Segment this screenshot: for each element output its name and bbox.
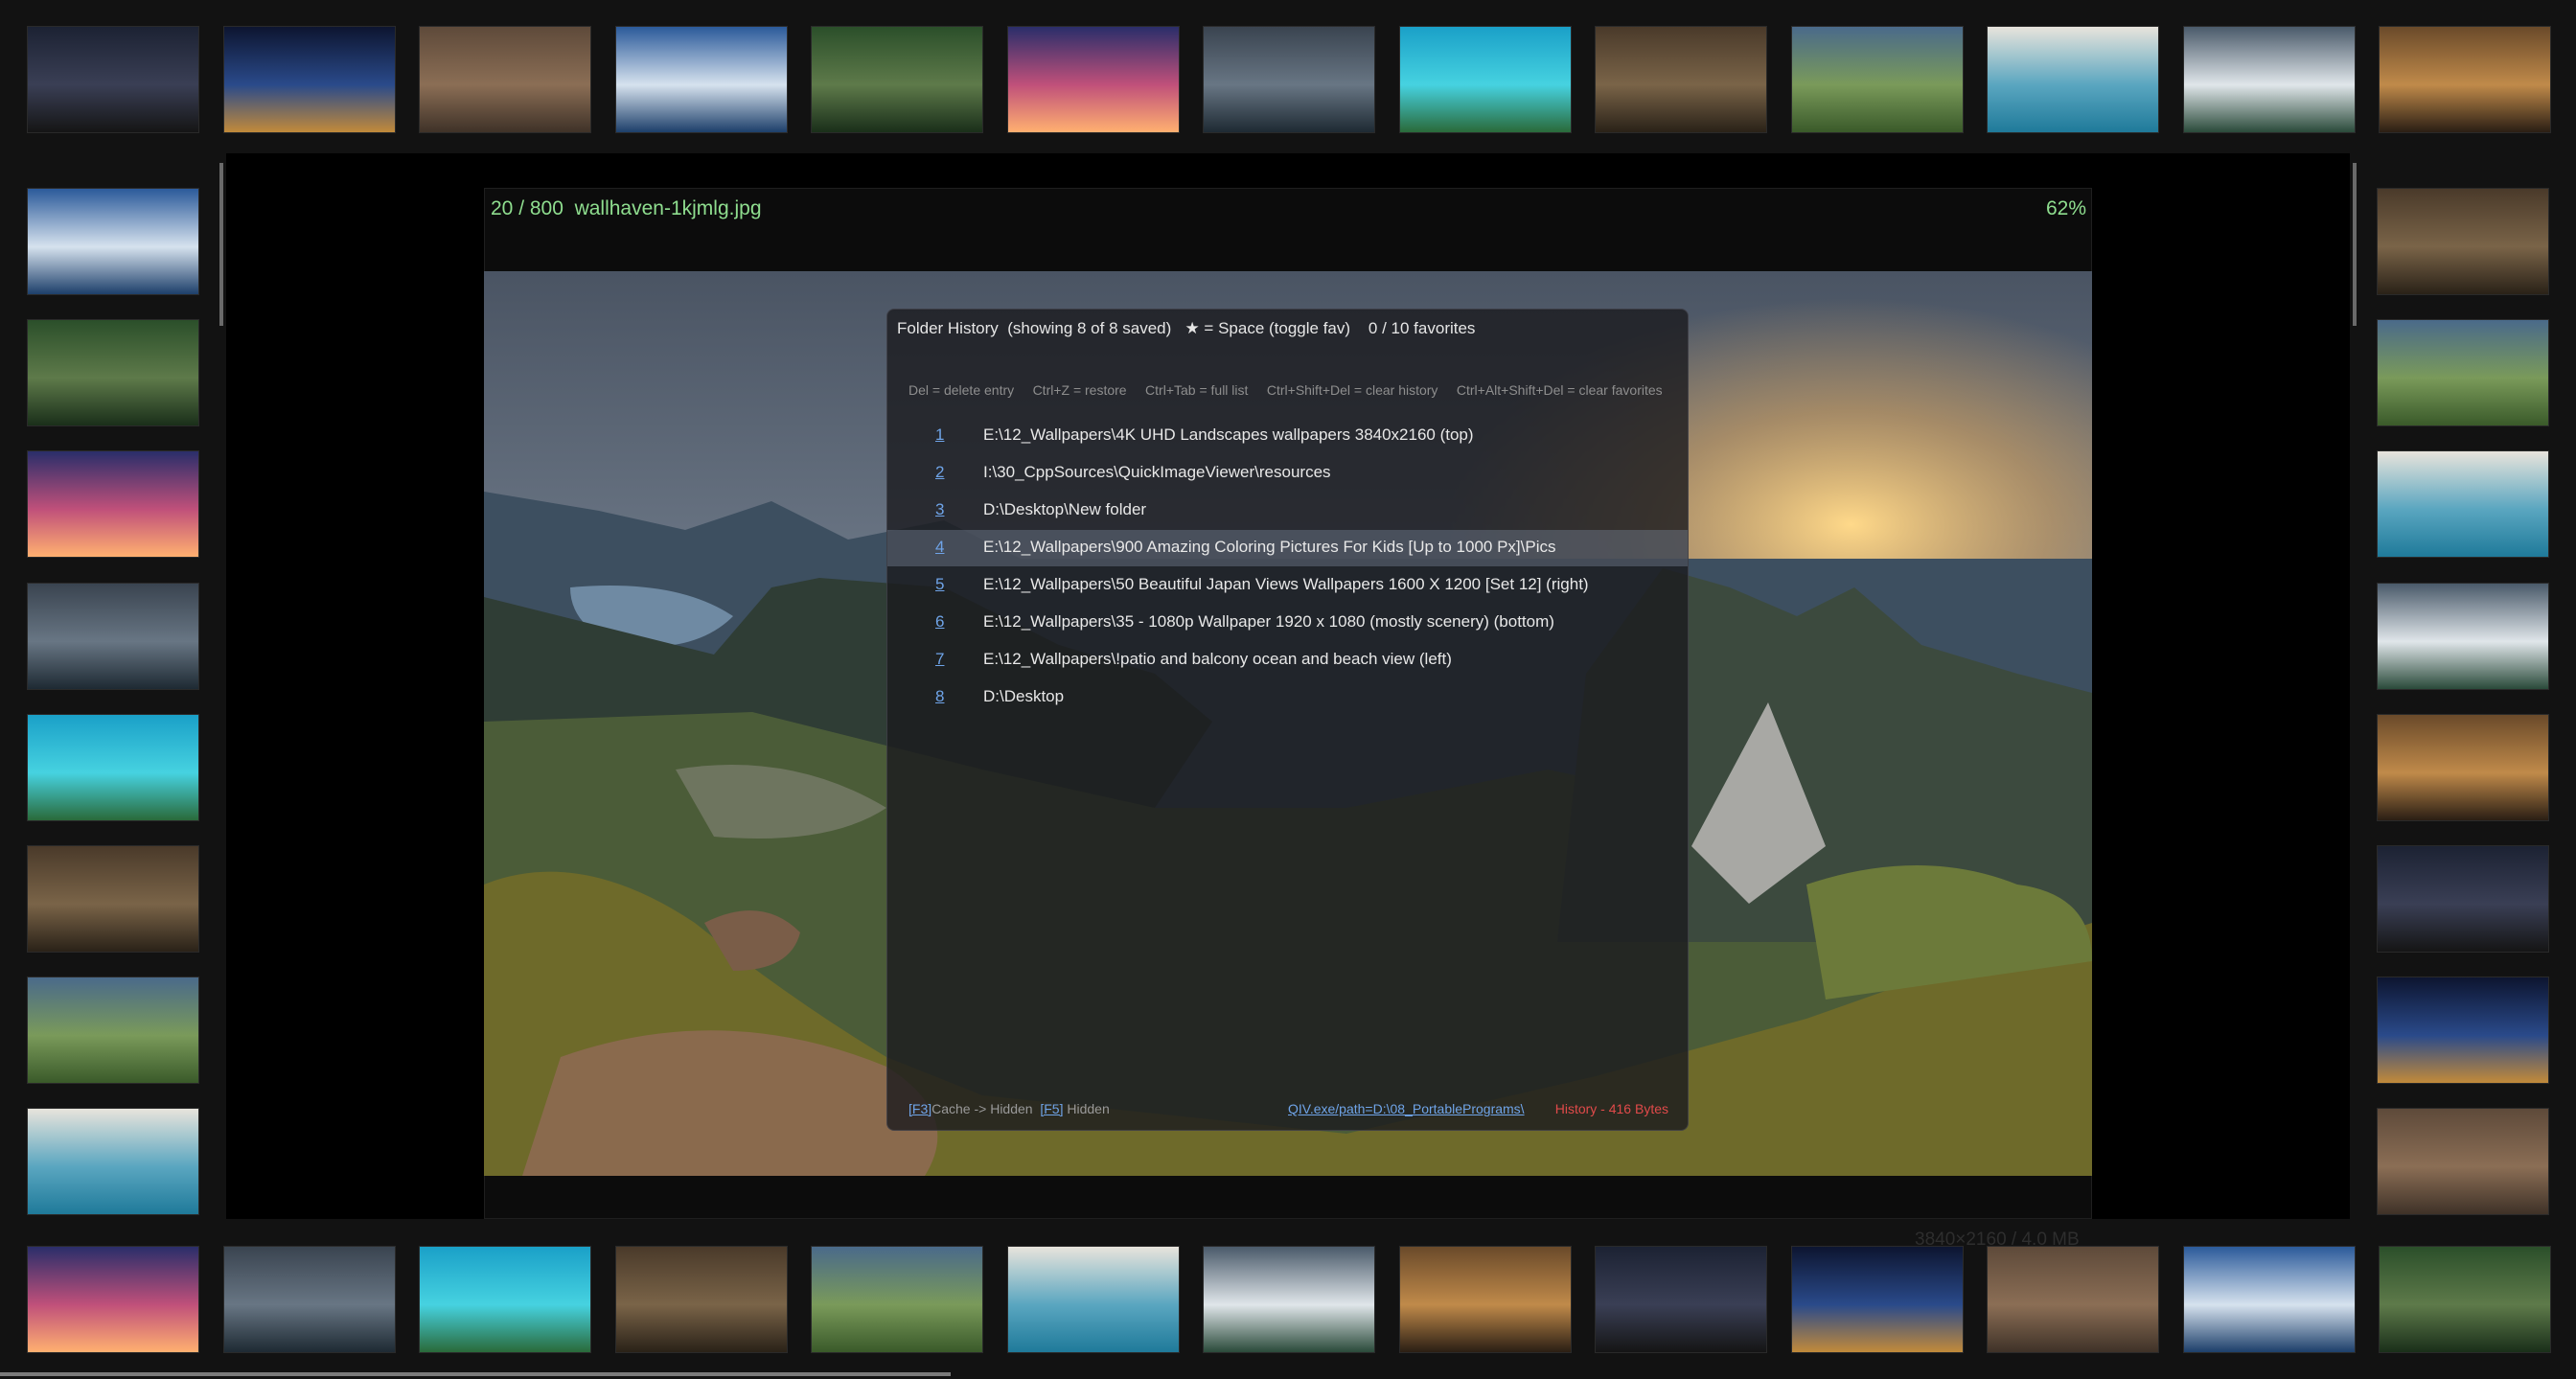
image-filename: wallhaven-1kjmlg.jpg <box>574 197 762 219</box>
history-item-3[interactable]: 3 D:\Desktop\New folder <box>887 493 1688 529</box>
thumbnail-purple-coast[interactable] <box>27 1246 199 1353</box>
history-panel-title: Folder History (showing 8 of 8 saved) ★ … <box>897 319 1476 337</box>
history-item-6[interactable]: 6 E:\12_Wallpapers\35 - 1080p Wallpaper 1… <box>887 605 1688 641</box>
exe-path-link[interactable]: QIV.exe/path=D:\08_PortablePrograms\ <box>1288 1101 1525 1116</box>
thumbnail-night-city-lights[interactable] <box>1595 1246 1767 1353</box>
thumbnail-cliff-villa-pool[interactable] <box>27 845 199 953</box>
history-key-hints: Del = delete entry Ctrl+Z = restore Ctrl… <box>908 382 1663 398</box>
thumbnail-moon-sunset-sea[interactable] <box>1398 1246 1572 1353</box>
f3-key-link[interactable]: [F3] <box>908 1101 932 1116</box>
thumbnail-neon-casino[interactable] <box>811 1246 983 1353</box>
image-position: 20 / 800 <box>491 197 564 219</box>
history-item-number[interactable]: 2 <box>935 463 944 482</box>
right-strip-scrollbar[interactable] <box>2353 163 2357 326</box>
bottom-strip-scrollbar[interactable] <box>0 1372 951 1376</box>
thumbnail-blue-rocky-coast[interactable] <box>1790 1246 1964 1353</box>
thumbnail-turquoise-beach[interactable] <box>222 1246 396 1353</box>
thumbnail-sunset-rocky-shore[interactable] <box>2379 1246 2551 1353</box>
thumbnail-misty-mountain[interactable] <box>2377 977 2549 1085</box>
thumbnail-green-forest-valley[interactable] <box>811 26 983 133</box>
thumbnail-ocean-view-living-room[interactable] <box>27 188 199 295</box>
thumbnail-waterfall-room[interactable] <box>27 582 199 690</box>
thumbnail-sunset-bridge[interactable] <box>1006 26 1180 133</box>
thumbnail-rocky-canyon[interactable] <box>419 26 591 133</box>
history-item-7[interactable]: 7 E:\12_Wallpapers\!patio and balcony oce… <box>887 642 1688 678</box>
history-item-5[interactable]: 5 E:\12_Wallpapers\50 Beautiful Japan Vie… <box>887 567 1688 604</box>
folder-history-panel: Folder History (showing 8 of 8 saved) ★ … <box>886 309 1689 1131</box>
thumbnail-pyramids[interactable] <box>1006 1246 1180 1353</box>
history-item-number[interactable]: 7 <box>935 650 944 669</box>
left-strip-scrollbar[interactable] <box>219 163 223 326</box>
thumbnail-moon-window[interactable] <box>2377 319 2549 427</box>
history-item-path: I:\30_CppSources\QuickImageViewer\resour… <box>983 463 1331 481</box>
thumbnail-alpine-peaks[interactable] <box>2182 26 2356 133</box>
thumbnail-hina-dolls-2[interactable] <box>2377 582 2549 690</box>
history-item-number[interactable]: 4 <box>935 538 944 557</box>
history-item-number[interactable]: 5 <box>935 575 944 594</box>
thumbnail-sunset-lounge-room[interactable] <box>27 319 199 427</box>
history-item-number[interactable]: 3 <box>935 500 944 519</box>
thumbnail-cave-terrace[interactable] <box>27 977 199 1085</box>
thumbnail-hina-dolls-1[interactable] <box>2377 450 2549 559</box>
history-item-1[interactable]: 1 E:\12_Wallpapers\4K UHD Landscapes wall… <box>887 418 1688 454</box>
thumbnail-rock-spires[interactable] <box>1595 26 1767 133</box>
thumbnail-longtail-boat-karst[interactable] <box>2182 1246 2356 1353</box>
history-item-8[interactable]: 8 D:\Desktop <box>887 679 1688 716</box>
history-item-path: E:\12_Wallpapers\!patio and balcony ocea… <box>983 650 1452 668</box>
thumbnail-snowy-field[interactable] <box>2377 845 2549 953</box>
history-item-4[interactable]: 4 E:\12_Wallpapers\900 Amazing Coloring P… <box>887 530 1688 566</box>
thumbnail-hina-dolls-3[interactable] <box>2377 713 2549 821</box>
thumbnail-tropical-beach-hut[interactable] <box>1398 26 1572 133</box>
thumbnail-cliff-town-sea[interactable] <box>1987 26 2159 133</box>
thumbnail-white-sand-beach[interactable] <box>1987 1246 2159 1353</box>
f5-key-label: Hidden <box>1063 1101 1110 1116</box>
zoom-level: 62% <box>2045 197 2086 219</box>
thumbnail-floating-rock[interactable] <box>1203 1246 1375 1353</box>
thumbnail-sunset-plain[interactable] <box>2379 26 2551 133</box>
thumbnail-sunset-fireplace-patio[interactable] <box>27 450 199 559</box>
history-item-path: D:\Desktop\New folder <box>983 500 1147 518</box>
thumbnail-woven-basket[interactable] <box>2377 188 2549 295</box>
thumbnail-starry-night[interactable] <box>27 26 199 133</box>
history-item-path: E:\12_Wallpapers\900 Amazing Coloring Pi… <box>983 538 1556 556</box>
thumbnail-infinity-pool-lounge[interactable] <box>27 1108 199 1216</box>
thumbnail-cloudy-lake[interactable] <box>1203 26 1375 133</box>
f3-key-label: Cache -> Hidden <box>932 1101 1041 1116</box>
thumbnail-purple-branches[interactable] <box>2377 1108 2549 1216</box>
image-dimensions: 3840×2160 / 4.0 MB <box>1915 1230 2080 1250</box>
thumbnail-snowy-mountains-lake[interactable] <box>614 26 788 133</box>
history-item-number[interactable]: 1 <box>935 425 944 445</box>
history-item-path: D:\Desktop <box>983 687 1065 705</box>
thumbnail-amusement-park[interactable] <box>614 1246 788 1353</box>
thumbnail-city-skyline-night[interactable] <box>222 26 396 133</box>
history-size-status: History - 416 Bytes <box>1554 1101 1668 1116</box>
thumbnail-snow-mountains[interactable] <box>419 1246 591 1353</box>
history-item-2[interactable]: 2 I:\30_CppSources\QuickImageViewer\resou… <box>887 455 1688 492</box>
history-footer-keys: [F3]Cache -> Hidden [F5] Hidden <box>908 1101 1110 1116</box>
f5-key-link[interactable]: [F5] <box>1040 1101 1063 1116</box>
file-info: 20 / 800 wallhaven-1kjmlg.jpg <box>491 197 762 220</box>
thumbnail-green-hills[interactable] <box>1790 26 1964 133</box>
history-item-number[interactable]: 6 <box>935 612 944 632</box>
thumbnail-balcony-pool[interactable] <box>27 713 199 821</box>
history-item-path: E:\12_Wallpapers\4K UHD Landscapes wallp… <box>983 425 1474 444</box>
history-item-number[interactable]: 8 <box>935 687 944 706</box>
history-item-path: E:\12_Wallpapers\35 - 1080p Wallpaper 19… <box>983 612 1554 631</box>
history-item-path: E:\12_Wallpapers\50 Beautiful Japan View… <box>983 575 1589 593</box>
